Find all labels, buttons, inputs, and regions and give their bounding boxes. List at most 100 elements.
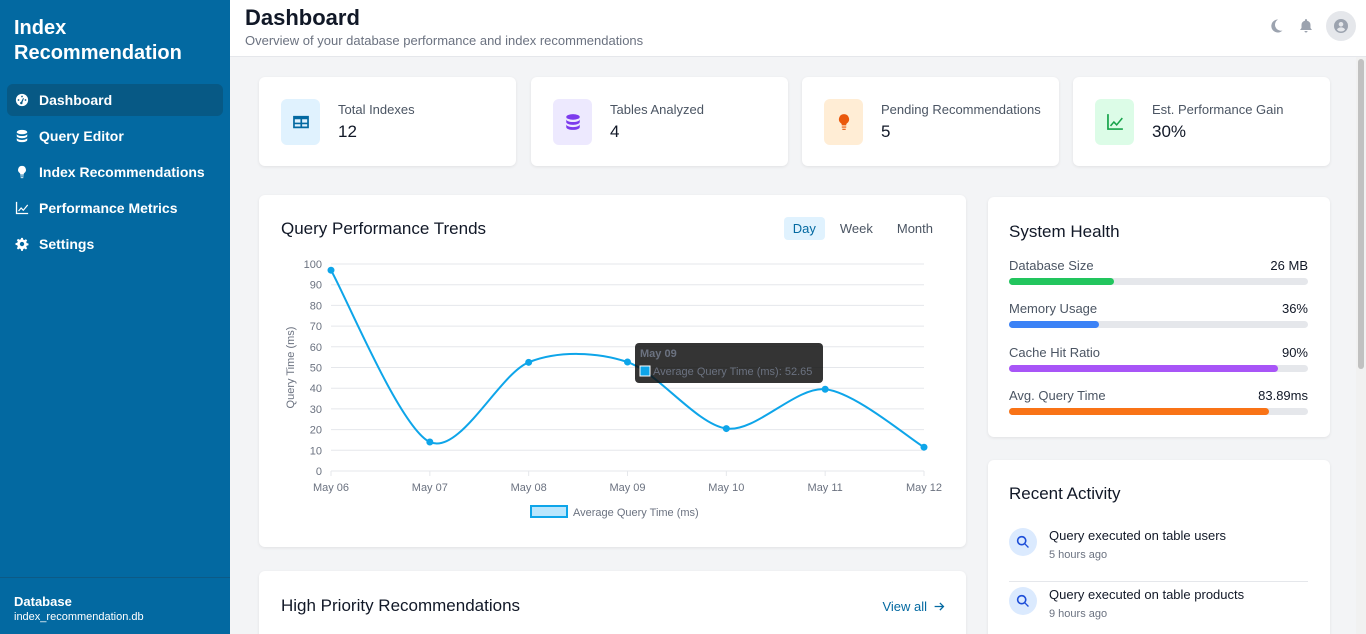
y-tick-label: 70 bbox=[310, 321, 322, 333]
progress-track bbox=[1009, 278, 1308, 285]
database-info: Database index_recommendation.db bbox=[0, 577, 230, 634]
chart-line-icon bbox=[15, 201, 29, 215]
health-row-cache-hit-ratio: Cache Hit Ratio 90% bbox=[1009, 345, 1308, 372]
health-row-memory-usage: Memory Usage 36% bbox=[1009, 301, 1308, 328]
data-point bbox=[821, 385, 829, 393]
sidebar-item-settings[interactable]: Settings bbox=[7, 228, 223, 260]
x-tick-label: May 10 bbox=[708, 482, 744, 494]
y-tick-label: 90 bbox=[310, 280, 322, 292]
progress-track bbox=[1009, 408, 1308, 415]
stat-icon-box bbox=[281, 99, 320, 145]
tooltip-text: Average Query Time (ms): 52.65 bbox=[653, 366, 812, 378]
query-time-chart[interactable]: 0 10 20 30 40 50 60 70 80 90 100 May 06 May 07 May 08… bbox=[259, 195, 966, 547]
activity-text: Query executed on table users bbox=[1049, 528, 1227, 543]
health-value: 90% bbox=[1281, 345, 1308, 360]
recent-activity-card: Recent Activity Query executed on table … bbox=[988, 460, 1330, 634]
legend-swatch bbox=[530, 505, 568, 518]
x-tick-label: May 06 bbox=[313, 482, 349, 494]
health-label: Cache Hit Ratio bbox=[1009, 345, 1101, 360]
user-avatar[interactable] bbox=[1326, 11, 1356, 41]
stat-card-performance-gain: Est. Performance Gain 30% bbox=[1073, 77, 1330, 166]
user-avatar-icon bbox=[1334, 19, 1348, 33]
scrollbar-thumb[interactable] bbox=[1358, 59, 1364, 369]
sidebar-item-query-editor[interactable]: Query Editor bbox=[7, 120, 223, 152]
view-all-link[interactable]: View all bbox=[882, 599, 946, 614]
tooltip-title: May 09 bbox=[640, 348, 677, 360]
page-subtitle: Overview of your database performance an… bbox=[245, 33, 644, 48]
progress-fill bbox=[1009, 278, 1114, 285]
lightbulb-icon bbox=[18, 165, 26, 179]
activity-time: 9 hours ago bbox=[1049, 608, 1108, 620]
stat-card-pending-recommendations: Pending Recommendations 5 bbox=[802, 77, 1059, 166]
arrow-right-icon bbox=[934, 602, 945, 611]
gauge-icon bbox=[15, 93, 29, 107]
x-tick-label: May 08 bbox=[511, 482, 547, 494]
stat-card-tables-analyzed: Tables Analyzed 4 bbox=[531, 77, 788, 166]
stat-value: 30% bbox=[1152, 122, 1187, 141]
tooltip-swatch bbox=[639, 365, 651, 377]
sidebar-item-label: Index Recommendations bbox=[39, 164, 205, 180]
sidebar-item-label: Settings bbox=[39, 236, 95, 252]
page-title: Dashboard bbox=[245, 5, 360, 30]
search-icon bbox=[1016, 594, 1029, 607]
data-point bbox=[920, 443, 928, 451]
sidebar-item-index-recommendations[interactable]: Index Recommendations bbox=[7, 156, 223, 188]
section-title: Recent Activity bbox=[1009, 484, 1121, 503]
stat-value: 4 bbox=[610, 122, 620, 141]
stat-icon-box bbox=[824, 99, 863, 145]
legend-label: Average Query Time (ms) bbox=[573, 507, 699, 519]
sidebar: Index Recommendation Dashboard Query Edi… bbox=[0, 0, 230, 634]
sidebar-item-label: Dashboard bbox=[39, 92, 113, 108]
sidebar-nav: Dashboard Query Editor Index Recommendat… bbox=[7, 84, 223, 264]
y-tick-label: 30 bbox=[310, 404, 322, 416]
stat-value: 12 bbox=[338, 122, 357, 141]
sidebar-item-performance-metrics[interactable]: Performance Metrics bbox=[7, 192, 223, 224]
y-tick-label: 20 bbox=[310, 425, 322, 437]
stat-card-total-indexes: Total Indexes 12 bbox=[259, 77, 516, 166]
app-title: Index Recommendation bbox=[14, 17, 182, 64]
y-tick-label: 40 bbox=[310, 383, 322, 395]
header: Dashboard Overview of your database perf… bbox=[230, 0, 1366, 57]
y-tick-label: 10 bbox=[310, 445, 322, 457]
page-scrollbar[interactable] bbox=[1356, 57, 1366, 634]
sidebar-item-label: Performance Metrics bbox=[39, 200, 178, 216]
health-value: 36% bbox=[1281, 301, 1308, 316]
database-name: index_recommendation.db bbox=[14, 611, 144, 623]
y-tick-label: 0 bbox=[316, 466, 322, 478]
moon-icon[interactable] bbox=[1268, 18, 1284, 34]
health-label: Database Size bbox=[1009, 258, 1094, 273]
view-all-label: View all bbox=[882, 599, 927, 614]
y-tick-label: 60 bbox=[310, 342, 322, 354]
activity-item[interactable]: Query executed on table products 9 hours… bbox=[1009, 583, 1308, 634]
y-tick-label: 50 bbox=[310, 363, 322, 375]
y-tick-label: 80 bbox=[310, 300, 322, 312]
database-icon bbox=[565, 114, 580, 130]
progress-track bbox=[1009, 321, 1308, 328]
progress-fill bbox=[1009, 321, 1099, 328]
activity-icon bbox=[1009, 587, 1037, 615]
progress-fill bbox=[1009, 408, 1270, 415]
x-tick-label: May 12 bbox=[906, 482, 942, 494]
y-tick-label: 100 bbox=[304, 259, 322, 271]
recommendations-card: High Priority Recommendations View all bbox=[259, 571, 966, 634]
section-title: High Priority Recommendations bbox=[281, 596, 521, 615]
activity-text: Query executed on table products bbox=[1049, 587, 1245, 602]
progress-track bbox=[1009, 365, 1308, 372]
stat-label: Total Indexes bbox=[338, 102, 415, 117]
sidebar-item-dashboard[interactable]: Dashboard bbox=[7, 84, 223, 116]
stat-icon-box bbox=[553, 99, 592, 145]
stat-label: Tables Analyzed bbox=[610, 102, 704, 117]
header-actions bbox=[1254, 11, 1356, 41]
table-icon bbox=[292, 115, 309, 129]
lightbulb-icon bbox=[838, 114, 849, 130]
activity-icon bbox=[1009, 528, 1037, 556]
search-icon bbox=[1016, 535, 1029, 548]
data-point bbox=[624, 358, 631, 366]
x-tick-label: May 09 bbox=[609, 482, 645, 494]
x-tick-label: May 07 bbox=[412, 482, 448, 494]
stat-icon-box bbox=[1095, 99, 1134, 145]
activity-item[interactable]: Query executed on table users 5 hours ag… bbox=[1009, 524, 1308, 582]
chart-line-icon bbox=[1106, 114, 1123, 130]
bell-icon[interactable] bbox=[1298, 18, 1314, 34]
query-performance-card: Query Performance Trends Day Week Month … bbox=[259, 195, 966, 547]
